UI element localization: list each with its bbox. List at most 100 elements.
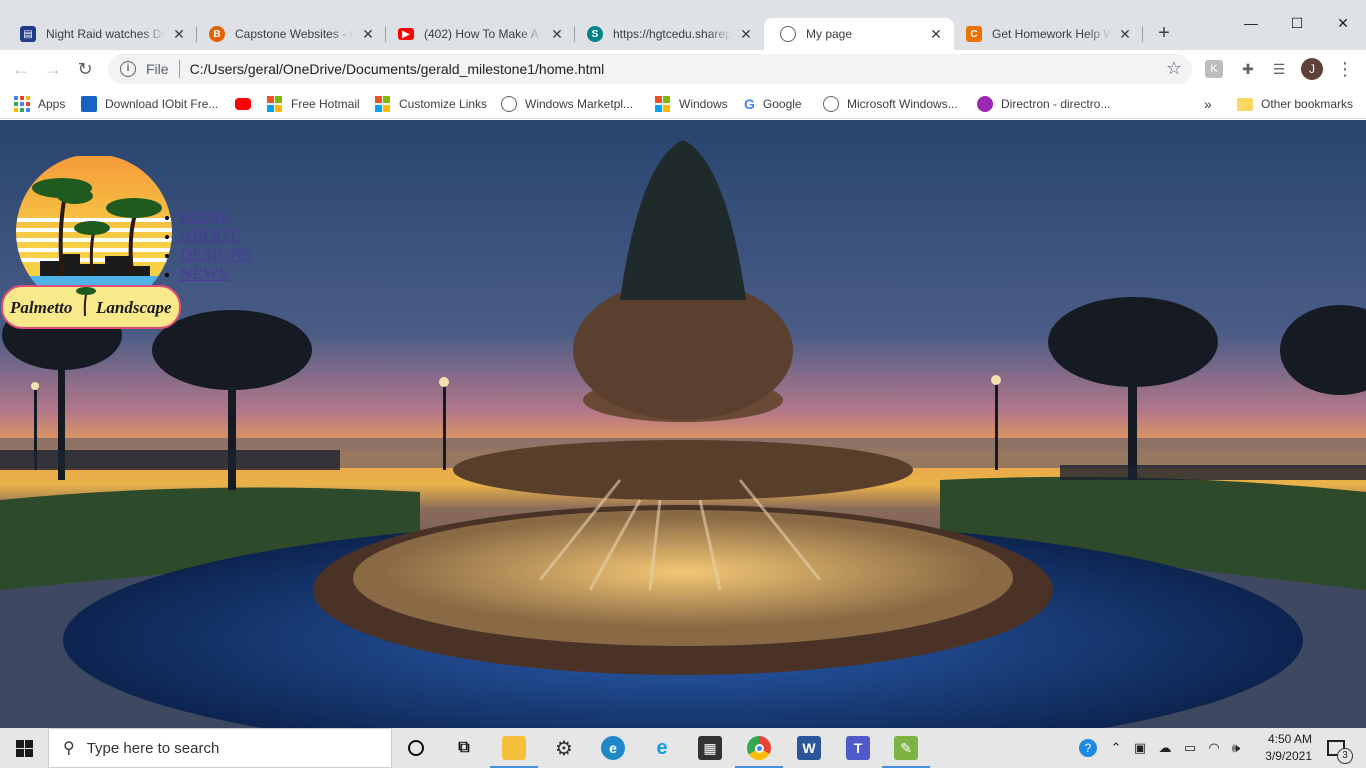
search-icon: ⚲: [63, 740, 75, 757]
file-explorer-button[interactable]: [490, 728, 538, 768]
start-button[interactable]: [0, 728, 48, 768]
canvas-icon: B: [209, 26, 225, 42]
tab-capstone[interactable]: B Capstone Websites - CF ✕: [193, 18, 386, 50]
other-bookmarks[interactable]: Other bookmarks: [1237, 93, 1353, 115]
bookmark-iobit[interactable]: Download IObit Fre...: [81, 93, 218, 115]
tab-homework-help[interactable]: C Get Homework Help Wi ✕: [950, 18, 1143, 50]
edge-icon: e: [601, 736, 625, 760]
word-icon: W: [797, 736, 821, 760]
taskbar-search[interactable]: ⚲ Type here to search: [48, 728, 392, 768]
bookmark-customize-links[interactable]: Customize Links: [375, 93, 487, 115]
bookmark-directron[interactable]: Directron - directro...: [977, 93, 1110, 115]
notepad-button[interactable]: ✎: [882, 728, 930, 768]
close-icon[interactable]: ✕: [738, 26, 754, 43]
settings-button[interactable]: ⚙: [540, 728, 588, 768]
microsoft-icon: [375, 96, 391, 112]
microsoft-icon: [267, 96, 283, 112]
store-button[interactable]: ▦: [686, 728, 734, 768]
taskbar-clock[interactable]: 4:50 AM 3/9/2021: [1248, 731, 1312, 765]
globe-icon: [780, 26, 796, 42]
sharepoint-icon: S: [587, 26, 603, 42]
tab-title: (402) How To Make A W: [424, 27, 543, 41]
cortana-button[interactable]: [392, 728, 440, 768]
apps-grid-icon: [14, 96, 30, 112]
scheme-label: File: [146, 61, 169, 77]
teams-button[interactable]: T: [834, 728, 882, 768]
store-icon: ▦: [698, 736, 722, 760]
avatar[interactable]: J: [1301, 58, 1323, 80]
tab-my-page[interactable]: My page ✕: [764, 18, 954, 50]
new-tab-button[interactable]: +: [1152, 22, 1176, 46]
reload-button[interactable]: ↻: [72, 56, 98, 82]
web-page: Palmetto Landscape HOME ABOUT DESIGNS NE…: [0, 120, 1366, 728]
bookmark-windows[interactable]: Windows: [655, 93, 728, 115]
info-icon[interactable]: i: [120, 61, 136, 77]
cortana-icon: [408, 740, 424, 756]
close-icon[interactable]: ✕: [1117, 26, 1133, 43]
back-button[interactable]: ←: [8, 56, 34, 82]
word-button[interactable]: W: [785, 728, 833, 768]
edge-button[interactable]: e: [589, 728, 637, 768]
url-text[interactable]: C:/Users/geral/OneDrive/Documents/gerald…: [190, 61, 605, 77]
maximize-button[interactable]: ☐: [1274, 10, 1320, 36]
tab-night-raid[interactable]: ▤ Night Raid watches Dea ✕: [4, 18, 197, 50]
youtube-icon: [235, 98, 251, 110]
chevron-up-icon[interactable]: ⌃: [1106, 728, 1126, 768]
puzzle-icon[interactable]: ✚: [1237, 58, 1259, 80]
battery-icon[interactable]: ▭: [1178, 728, 1202, 768]
tab-title: My page: [806, 27, 853, 41]
chrome-button[interactable]: [735, 728, 783, 768]
volume-icon[interactable]: 🕪: [1226, 728, 1246, 768]
tab-youtube[interactable]: ▶ (402) How To Make A W ✕: [382, 18, 575, 50]
tab-sharepoint[interactable]: S https://hgtcedu.sharepo ✕: [571, 18, 764, 50]
star-icon[interactable]: ☆: [1166, 58, 1182, 79]
meet-now-icon[interactable]: ▣: [1128, 728, 1152, 768]
bookmark-youtube[interactable]: [235, 93, 251, 115]
minimize-button[interactable]: —: [1228, 10, 1274, 36]
internet-explorer-button[interactable]: e: [638, 728, 686, 768]
tab-title: Night Raid watches Dea: [46, 27, 165, 41]
ie-icon: e: [656, 736, 668, 759]
youtube-icon: ▶: [398, 28, 414, 40]
close-window-button[interactable]: ✕: [1320, 10, 1366, 36]
nav-link-about[interactable]: ABOUT: [180, 226, 239, 245]
notifications-button[interactable]: 3: [1320, 728, 1353, 768]
more-bookmarks-button[interactable]: »: [1204, 93, 1212, 115]
wifi-icon[interactable]: ◠: [1202, 728, 1226, 768]
windows-icon: [15, 739, 33, 757]
address-bar[interactable]: i File C:/Users/geral/OneDrive/Documents…: [108, 54, 1192, 84]
onedrive-icon[interactable]: ☁: [1153, 728, 1177, 768]
bookmark-google[interactable]: G Google: [744, 93, 802, 115]
tab-title: https://hgtcedu.sharepo: [613, 27, 732, 41]
logo-text-line1: Palmetto: [9, 298, 72, 317]
task-view-button[interactable]: ⧉: [440, 728, 488, 768]
google-icon: G: [744, 96, 755, 112]
bookmark-free-hotmail[interactable]: Free Hotmail: [267, 93, 360, 115]
bookmark-microsoft-windows[interactable]: Microsoft Windows...: [823, 93, 958, 115]
nav-item-home: HOME: [180, 208, 252, 227]
close-icon[interactable]: ✕: [928, 26, 944, 43]
task-view-icon: ⧉: [458, 739, 470, 756]
bookmark-windows-marketplace[interactable]: Windows Marketpl...: [501, 93, 633, 115]
tab-title: Get Homework Help Wi: [992, 27, 1111, 41]
browser-toolbar: ← → ↻ i File C:/Users/geral/OneDrive/Doc…: [0, 50, 1366, 88]
bookmark-apps[interactable]: Apps: [14, 93, 65, 115]
extension-icon[interactable]: K: [1205, 60, 1223, 78]
reading-list-icon[interactable]: ☰: [1268, 58, 1290, 80]
teams-icon: T: [846, 736, 870, 760]
close-icon[interactable]: ✕: [360, 26, 376, 43]
forward-button[interactable]: →: [40, 56, 66, 82]
microsoft-icon: [655, 96, 671, 112]
palmetto-landscape-logo: Palmetto Landscape: [1, 156, 181, 329]
close-icon[interactable]: ✕: [549, 26, 565, 43]
nav-link-news[interactable]: NEWS: [180, 264, 228, 283]
help-icon[interactable]: ?: [1075, 728, 1101, 768]
gear-icon: ⚙: [555, 737, 573, 760]
menu-icon[interactable]: ⋮: [1334, 58, 1356, 80]
windows-taskbar: ⚲ Type here to search ⧉ ⚙ e e ▦ W T ✎ ? …: [0, 728, 1366, 768]
nav-link-home[interactable]: HOME: [180, 207, 230, 226]
notification-count: 3: [1337, 748, 1353, 764]
nav-link-designs[interactable]: DESIGNS: [180, 245, 252, 264]
close-icon[interactable]: ✕: [171, 26, 187, 43]
globe-icon: [501, 96, 517, 112]
